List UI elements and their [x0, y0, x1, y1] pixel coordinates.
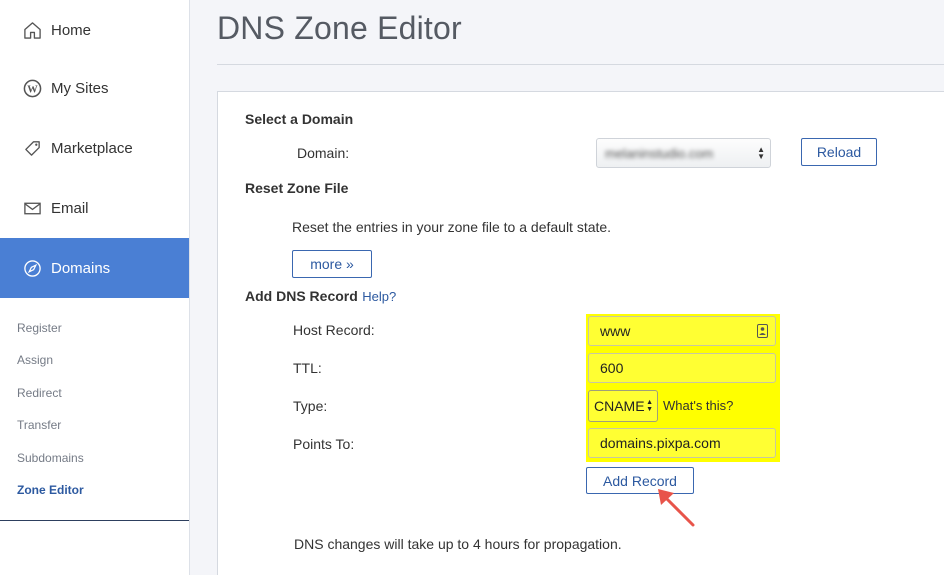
sidebar-item-my-sites[interactable]: W My Sites	[0, 58, 189, 118]
annotation-arrow-icon	[658, 489, 695, 527]
reload-button[interactable]: Reload	[801, 138, 877, 166]
select-arrows-icon: ▲ ▼	[757, 145, 765, 161]
sidebar-item-label: Home	[51, 21, 92, 39]
whats-this-link[interactable]: What's this?	[663, 398, 733, 413]
contact-card-icon	[757, 324, 768, 341]
title-divider	[217, 64, 944, 65]
select-arrows-icon: ▲ ▼	[646, 399, 653, 413]
sidebar-divider	[0, 520, 189, 521]
points-to-label: Points To:	[293, 436, 355, 452]
page-title: DNS Zone Editor	[217, 10, 462, 46]
domains-subnav: Register Assign Redirect Transfer Subdom…	[0, 312, 189, 506]
add-record-heading: Add DNS Record	[245, 288, 358, 304]
points-to-input[interactable]: domains.pixpa.com	[588, 428, 776, 458]
sidebar-item-domains[interactable]: Domains	[0, 238, 189, 298]
select-domain-heading: Select a Domain	[245, 111, 354, 127]
host-record-label: Host Record:	[293, 322, 375, 338]
tag-icon	[22, 138, 42, 158]
sidebar-item-label: Email	[51, 199, 89, 217]
propagation-note: DNS changes will take up to 4 hours for …	[294, 536, 622, 552]
sidebar-item-home[interactable]: Home	[0, 0, 189, 60]
points-to-value: domains.pixpa.com	[600, 435, 721, 451]
type-label: Type:	[293, 398, 328, 414]
add-record-heading-row: Add DNS Record Help?	[245, 288, 396, 306]
more-button[interactable]: more »	[292, 250, 372, 278]
svg-text:W: W	[27, 84, 38, 95]
home-icon	[22, 20, 42, 40]
host-record-input[interactable]: www	[588, 316, 776, 346]
subnav-subdomains[interactable]: Subdomains	[0, 442, 189, 474]
reset-zone-heading: Reset Zone File	[245, 180, 349, 196]
sidebar-item-marketplace[interactable]: Marketplace	[0, 118, 189, 178]
reset-zone-description: Reset the entries in your zone file to a…	[292, 219, 612, 235]
wordpress-icon: W	[22, 78, 42, 98]
sidebar-item-email[interactable]: Email	[0, 178, 189, 238]
type-select[interactable]: CNAME ▲ ▼	[588, 390, 658, 422]
host-record-value: www	[600, 323, 631, 339]
type-value: CNAME	[594, 398, 645, 414]
sidebar-item-label: Marketplace	[51, 139, 133, 157]
domain-select[interactable]: melaninstudio.com ▲ ▼	[596, 138, 771, 168]
domain-label: Domain:	[297, 145, 350, 161]
sidebar: Home W My Sites Marketplace Email Domain…	[0, 0, 190, 575]
ttl-value: 600	[600, 360, 624, 376]
sidebar-item-label: My Sites	[51, 79, 109, 97]
domain-select-value: melaninstudio.com	[605, 145, 714, 161]
ttl-label: TTL:	[293, 360, 322, 376]
subnav-zone-editor[interactable]: Zone Editor	[0, 474, 189, 506]
subnav-redirect[interactable]: Redirect	[0, 377, 189, 409]
help-link[interactable]: Help?	[362, 289, 396, 304]
sidebar-item-label: Domains	[51, 259, 111, 277]
subnav-register[interactable]: Register	[0, 312, 189, 344]
envelope-icon	[22, 198, 42, 218]
ttl-input[interactable]: 600	[588, 353, 776, 383]
compass-icon	[22, 258, 42, 278]
subnav-transfer[interactable]: Transfer	[0, 409, 189, 441]
subnav-assign[interactable]: Assign	[0, 344, 189, 376]
